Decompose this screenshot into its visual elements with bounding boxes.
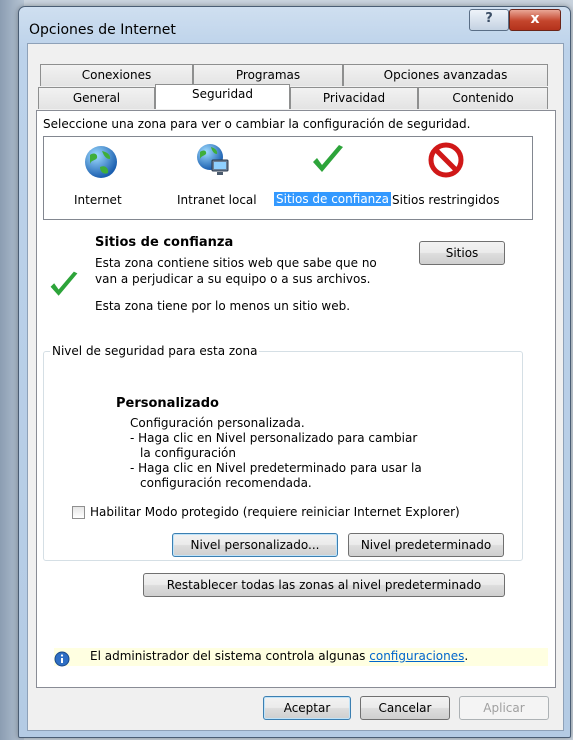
checkmark-icon [50,271,78,296]
tab-opciones-avanzadas[interactable]: Opciones avanzadas [343,64,548,86]
level-line: la configuración [140,446,236,460]
intranet-globe-icon [197,144,229,175]
globe-icon [85,146,117,178]
zone-title: Sitios de confianza [95,235,234,250]
help-icon: ? [485,11,493,26]
ok-button[interactable]: Aceptar [263,696,351,720]
no-entry-icon [428,142,464,178]
dialog-client-area: Conexiones Programas Opciones avanzadas … [27,43,564,731]
cancel-button[interactable]: Cancelar [360,696,450,720]
tab-label: Seguridad [191,87,254,101]
security-level-group: Nivel de seguridad para esta zona Person… [43,344,523,561]
admin-notice-text: El administrador del sistema controla al… [90,649,468,663]
zone-prompt: Seleccione una zona para ver o cambiar l… [43,117,471,131]
zone-label: Internet [74,193,122,207]
tab-label: Contenido [452,91,514,105]
admin-notice-suffix: . [464,649,469,663]
default-level-button[interactable]: Nivel predeterminado [348,533,504,557]
window-title: Opciones de Internet [29,22,176,38]
admin-notice-bar: El administrador del sistema controla al… [54,648,548,666]
level-line: Configuración personalizada. [130,416,305,430]
tab-label: Programas [235,68,301,82]
tab-programas[interactable]: Programas [193,64,343,86]
tab-label: General [72,91,121,105]
close-button[interactable]: x [509,9,561,31]
zone-label-selected: Sitios de confianza [274,192,391,206]
checkmark-icon [313,145,343,172]
protected-mode-checkbox[interactable] [72,506,85,519]
tab-privacidad[interactable]: Privacidad [290,87,418,109]
close-icon: x [530,11,540,27]
level-line: - Haga clic en Nivel predeterminado para… [130,461,422,475]
zone-list: Internet Intranet local Sitios de confia… [43,136,533,220]
tab-label: Conexiones [81,68,152,82]
group-title: Nivel de seguridad para esta zona [50,344,260,358]
admin-settings-link[interactable]: configuraciones [369,649,464,663]
zone-description-line1: Esta zona contiene sitios web que sabe q… [95,256,377,270]
zone-label: Intranet local [177,193,257,207]
sites-button[interactable]: Sitios [419,241,505,265]
tab-general[interactable]: General [38,87,155,109]
tab-conexiones[interactable]: Conexiones [40,64,193,86]
tab-label: Privacidad [322,91,386,105]
zone-site-count: Esta zona tiene por lo menos un sitio we… [95,299,351,313]
tab-contenido[interactable]: Contenido [418,87,548,109]
level-line: configuración recomendada. [140,476,312,490]
reset-all-zones-button[interactable]: Restablecer todas las zonas al nivel pre… [143,573,505,597]
level-name: Personalizado [116,396,219,411]
custom-level-button[interactable]: Nivel personalizado... [172,533,338,557]
zone-description-line2: van a perjudicar a su equipo o a sus arc… [95,272,371,286]
admin-notice-label: El administrador del sistema controla al… [90,649,366,663]
level-line: - Haga clic en Nivel personalizado para … [130,431,418,445]
protected-mode-label: Habilitar Modo protegido (requiere reini… [90,505,460,519]
security-tab-page: Seleccione una zona para ver o cambiar l… [36,110,556,688]
tab-label: Opciones avanzadas [383,68,508,82]
help-button[interactable]: ? [469,9,509,31]
tab-seguridad[interactable]: Seguridad [155,84,290,109]
info-icon [54,651,70,667]
internet-options-window: Opciones de Internet ? x Conexiones Prog… [18,6,571,738]
zone-label: Sitios restringidos [392,193,500,207]
apply-button[interactable]: Aplicar [459,696,549,720]
